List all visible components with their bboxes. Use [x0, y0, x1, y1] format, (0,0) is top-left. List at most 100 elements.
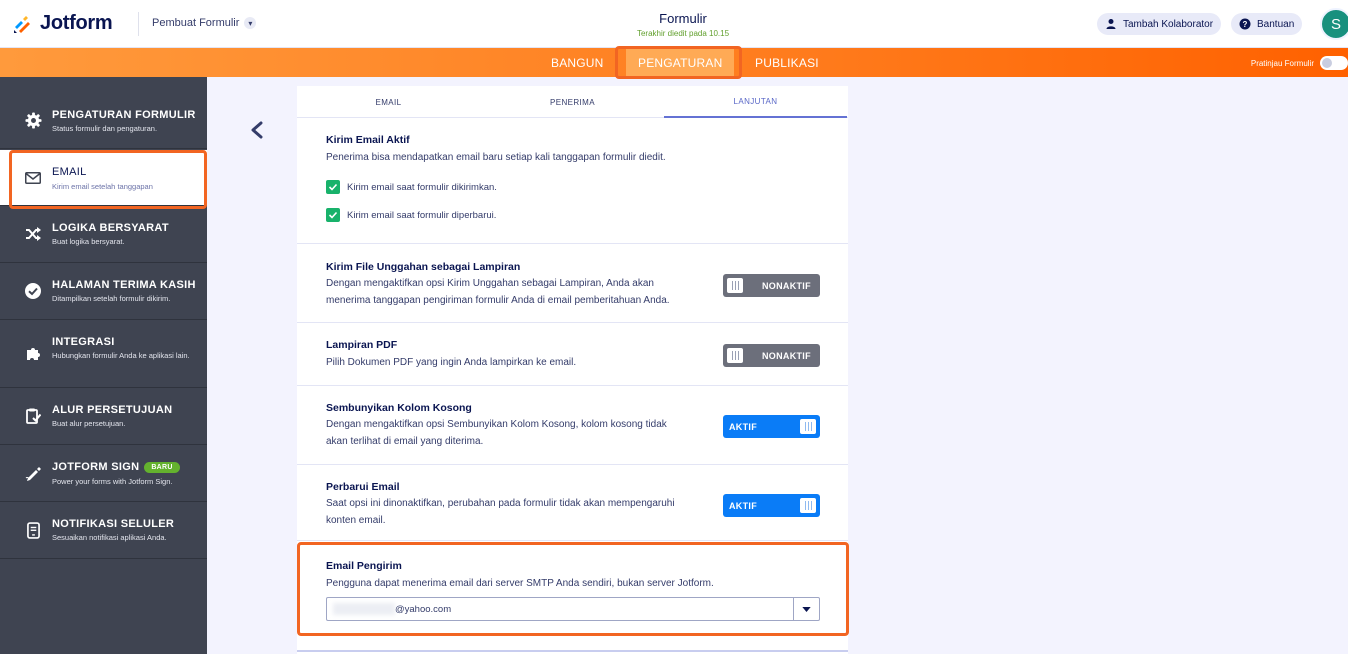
- sidebar-item-title: HALAMAN TERIMA KASIH: [52, 279, 196, 291]
- sidebar-item-title: EMAIL: [52, 166, 87, 178]
- help-label: Bantuan: [1257, 18, 1295, 30]
- attachments-toggle[interactable]: NONAKTIF: [723, 274, 820, 297]
- sidebar-item-desc: Buat alur persetujuan.: [52, 419, 126, 428]
- avatar[interactable]: S: [1320, 8, 1348, 40]
- sidebar-item-thank-you-page[interactable]: HALAMAN TERIMA KASIH Ditampilkan setelah…: [0, 263, 207, 320]
- clipboard-check-icon: [24, 407, 42, 425]
- checkbox-label: Kirim email saat formulir dikirimkan.: [347, 181, 497, 193]
- section-desc: Pilih Dokumen PDF yang ingin Anda lampir…: [326, 357, 577, 368]
- question-circle-icon: ?: [1239, 18, 1251, 30]
- chevron-down-icon[interactable]: [793, 598, 819, 620]
- toggle-label: AKTIF: [729, 421, 757, 432]
- settings-sidebar: PENGATURAN FORMULIR Status formulir dan …: [0, 77, 207, 654]
- toggle-label: AKTIF: [729, 500, 757, 511]
- update-email-toggle[interactable]: AKTIF: [723, 494, 820, 517]
- section-title: Kirim File Unggahan sebagai Lampiran: [326, 261, 521, 273]
- sidebar-item-jotform-sign[interactable]: JOTFORM SIGN BARU Power your forms with J…: [0, 445, 207, 502]
- email-settings-panel: EMAIL PENERIMA LANJUTAN Kirim Email Akti…: [297, 86, 848, 654]
- section-desc-line2: menerima tanggapan pengiriman formulir A…: [326, 295, 670, 306]
- checkbox-checked-icon[interactable]: [326, 208, 340, 222]
- sidebar-item-desc: Power your forms with Jotform Sign.: [52, 477, 173, 486]
- sidebar-item-title: ALUR PERSETUJUAN: [52, 404, 173, 416]
- new-badge: BARU: [144, 462, 180, 473]
- sidebar-item-desc: Hubungkan formulir Anda ke aplikasi lain…: [52, 351, 190, 360]
- sender-email-select[interactable]: @yahoo.com: [326, 597, 820, 621]
- sidebar-item-desc: Ditampilkan setelah formulir dikirim.: [52, 294, 171, 303]
- section-hide-empty-fields: Sembunyikan Kolom Kosong Dengan mengakti…: [297, 386, 848, 465]
- email-subtabs: EMAIL PENERIMA LANJUTAN: [297, 86, 848, 118]
- sidebar-item-desc: Sesuaikan notifikasi aplikasi Anda.: [52, 533, 167, 542]
- section-send-email-active: Kirim Email Aktif Penerima bisa mendapat…: [297, 118, 848, 244]
- svg-text:?: ?: [1243, 20, 1248, 29]
- section-desc-line1: Dengan mengaktifkan opsi Kirim Unggahan …: [326, 278, 654, 289]
- section-desc-line1: Dengan mengaktifkan opsi Sembunyikan Kol…: [326, 419, 667, 430]
- shuffle-icon: [24, 225, 42, 243]
- panel-bottom-border: [297, 650, 848, 652]
- user-icon: [1106, 19, 1116, 29]
- mobile-icon: [24, 521, 42, 539]
- sidebar-item-mobile-notifications[interactable]: NOTIFIKASI SELULER Sesuaikan notifikasi …: [0, 502, 207, 559]
- sidebar-item-title: LOGIKA BERSYARAT: [52, 222, 169, 234]
- subtab-recipients[interactable]: PENERIMA: [481, 86, 664, 118]
- section-update-email: Perbarui Email Saat opsi ini dinonaktifk…: [297, 465, 848, 541]
- sidebar-item-title: NOTIFIKASI SELULER: [52, 518, 175, 530]
- checkbox-send-on-update[interactable]: Kirim email saat formulir diperbarui.: [326, 208, 496, 222]
- section-title: Perbarui Email: [326, 481, 400, 493]
- puzzle-icon: [24, 344, 42, 362]
- pdf-attachment-toggle[interactable]: NONAKTIF: [723, 344, 820, 367]
- sidebar-item-title: JOTFORM SIGN BARU: [52, 461, 180, 473]
- section-title: Lampiran PDF: [326, 339, 398, 351]
- toggle-knob: [800, 498, 816, 513]
- section-title: Sembunyikan Kolom Kosong: [326, 402, 472, 414]
- help-button[interactable]: ? Bantuan: [1231, 13, 1303, 35]
- checkbox-send-on-submit[interactable]: Kirim email saat formulir dikirimkan.: [326, 180, 497, 194]
- redacted-email-prefix: [333, 603, 395, 615]
- checkbox-checked-icon[interactable]: [326, 180, 340, 194]
- sidebar-item-form-settings[interactable]: PENGATURAN FORMULIR Status formulir dan …: [0, 77, 207, 149]
- section-desc-line2: akan terlihat di email yang diterima.: [326, 436, 484, 447]
- toggle-label: NONAKTIF: [762, 280, 811, 291]
- form-preview-toggle[interactable]: Pratinjau Formulir: [1251, 56, 1348, 70]
- sidebar-item-title-text: JOTFORM SIGN: [52, 461, 140, 473]
- toggle-knob: [727, 278, 743, 293]
- sidebar-item-title: INTEGRASI: [52, 336, 115, 348]
- section-desc: Penerima bisa mendapatkan email baru set…: [326, 152, 666, 163]
- preview-label: Pratinjau Formulir: [1250, 58, 1314, 68]
- sidebar-item-desc: Buat logika bersyarat.: [52, 237, 125, 246]
- section-desc-line2: konten email.: [326, 515, 386, 526]
- sender-email-title: Email Pengirim: [326, 560, 402, 572]
- add-collaborator-button[interactable]: Tambah Kolaborator: [1097, 13, 1222, 35]
- main-nav: BANGUN PENGATURAN PUBLIKASI: [0, 48, 1348, 77]
- tab-build[interactable]: BANGUN: [551, 48, 604, 77]
- sender-email-value: @yahoo.com: [395, 604, 452, 615]
- pen-icon: [24, 464, 42, 482]
- tab-publish[interactable]: PUBLIKASI: [755, 48, 819, 77]
- add-collaborator-label: Tambah Kolaborator: [1123, 18, 1214, 30]
- check-circle-icon: [24, 282, 42, 300]
- section-pdf-attachment: Lampiran PDF Pilih Dokumen PDF yang ingi…: [297, 323, 848, 386]
- sidebar-item-title: PENGATURAN FORMULIR: [52, 109, 196, 121]
- chevron-left-icon[interactable]: [249, 121, 265, 139]
- envelope-icon: [24, 169, 42, 187]
- sidebar-item-conditional-logic[interactable]: LOGIKA BERSYARAT Buat logika bersyarat.: [0, 206, 207, 263]
- top-header: Jotform Pembuat Formulir ▾ Formulir Tera…: [0, 0, 1348, 48]
- sender-email-desc: Pengguna dapat menerima email dari serve…: [326, 578, 714, 589]
- section-title: Kirim Email Aktif: [326, 134, 410, 146]
- toggle-knob: [727, 348, 743, 363]
- tab-settings[interactable]: PENGATURAN: [626, 48, 735, 77]
- gear-icon: [24, 111, 42, 129]
- section-send-uploads-as-attachments: Kirim File Unggahan sebagai Lampiran Den…: [297, 244, 848, 323]
- section-desc-line1: Saat opsi ini dinonaktifkan, perubahan p…: [326, 498, 675, 509]
- preview-switch[interactable]: [1320, 56, 1348, 70]
- sidebar-item-desc: Kirim email setelah tanggapan: [52, 182, 153, 191]
- subtab-advanced[interactable]: LANJUTAN: [664, 86, 847, 118]
- checkbox-label: Kirim email saat formulir diperbarui.: [347, 209, 497, 221]
- sidebar-item-desc: Status formulir dan pengaturan.: [52, 124, 158, 133]
- sidebar-item-approval-flow[interactable]: ALUR PERSETUJUAN Buat alur persetujuan.: [0, 388, 207, 445]
- toggle-knob: [800, 419, 816, 434]
- sidebar-item-email[interactable]: EMAIL Kirim email setelah tanggapan: [0, 150, 207, 206]
- toggle-label: NONAKTIF: [762, 350, 811, 361]
- hide-empty-fields-toggle[interactable]: AKTIF: [723, 415, 820, 438]
- subtab-email[interactable]: EMAIL: [297, 86, 480, 118]
- sidebar-item-integrations[interactable]: INTEGRASI Hubungkan formulir Anda ke apl…: [0, 320, 207, 388]
